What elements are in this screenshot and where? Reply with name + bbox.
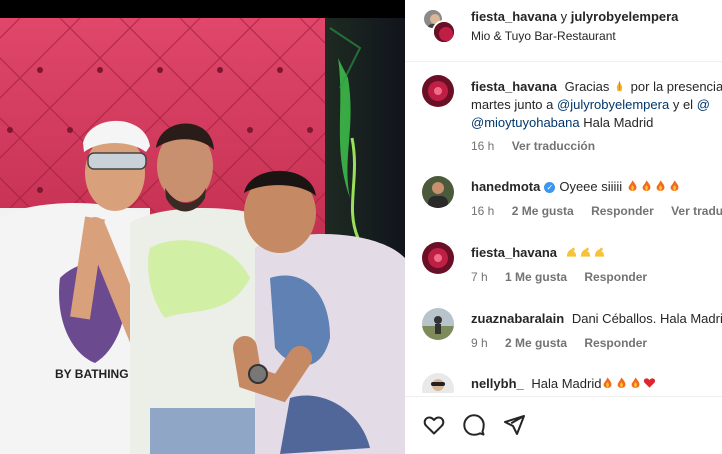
comment-text: hanedmota ✓ Oyeee siiiii <box>471 178 722 196</box>
avatar[interactable] <box>432 20 456 44</box>
comment-text: nellybh_ Hala Madrid <box>471 375 722 393</box>
comment-text-part: por la presencia <box>630 79 722 94</box>
likes-count[interactable]: 1 Me gusta <box>505 270 567 284</box>
comment-text-line3: @mioytuyohabana Hala Madrid <box>471 114 722 132</box>
header-avatars[interactable] <box>422 8 456 44</box>
comment-text: fiesta_havana Gracias por la presencia <box>471 78 722 96</box>
fire-emoji <box>628 180 637 191</box>
verified-badge-icon: ✓ <box>544 182 556 193</box>
top-black-bar <box>0 0 405 18</box>
post-actions-bar <box>405 396 722 454</box>
fire-emoji <box>618 377 626 388</box>
comment-meta: 16 h Ver traducción <box>471 139 609 153</box>
fire-emoji <box>656 180 665 191</box>
red-heart-emoji <box>644 378 656 388</box>
comment-text-part: Oyeee siiiii <box>559 179 623 194</box>
translate-button[interactable]: Ver traducción <box>512 139 595 153</box>
header-usernames: fiesta_havana y julyrobyelempera <box>471 9 678 24</box>
comment-username[interactable]: fiesta_havana <box>471 79 557 94</box>
header-connector: y <box>560 9 568 24</box>
avatar[interactable] <box>422 242 454 274</box>
flexed-biceps-emoji <box>594 247 604 257</box>
post-side-panel: fiesta_havana y julyrobyelempera Mio & T… <box>405 0 722 454</box>
comment-text: zuaznabaralain Dani Céballos. Hala Madri… <box>471 310 722 328</box>
comment-meta: 7 h 1 Me gusta Responder <box>471 270 661 284</box>
mention-link[interactable]: @ <box>697 97 710 112</box>
comment-text-part: Gracias <box>564 79 610 94</box>
comment-meta: 9 h 2 Me gusta Responder <box>471 336 661 350</box>
comment-text-part: Dani Céballos. Hala Madrid <box>571 311 722 326</box>
post-photo-image: BY BATHING APE <box>0 18 405 454</box>
reply-button[interactable]: Responder <box>591 204 654 218</box>
comment-text: fiesta_havana <box>471 244 722 262</box>
comment-time[interactable]: 7 h <box>471 270 488 284</box>
likes-count[interactable]: 2 Me gusta <box>512 204 574 218</box>
fire-emoji <box>632 377 640 388</box>
comment-text-part: y el <box>672 97 694 112</box>
flexed-biceps-emoji <box>580 247 590 257</box>
comment-username[interactable]: zuaznabaralain <box>471 311 564 326</box>
comment-text-part: martes junto a <box>471 97 554 112</box>
reply-button[interactable]: Responder <box>584 270 647 284</box>
comments-list[interactable]: fiesta_havana Gracias por la presencia m… <box>405 63 722 393</box>
flexed-biceps-emoji <box>566 247 576 257</box>
comment-username[interactable]: hanedmota <box>471 179 540 194</box>
comment-icon[interactable] <box>462 413 486 437</box>
fire-emoji <box>670 180 679 191</box>
heart-icon[interactable] <box>422 413 446 437</box>
comment-meta: 16 h 2 Me gusta Responder Ver traducción <box>471 204 722 218</box>
avatar[interactable] <box>422 75 454 107</box>
comment-text-line2: martes junto a @julyrobyelempera y el @ <box>471 96 722 114</box>
reply-button[interactable]: Responder <box>584 336 647 350</box>
mention-link[interactable]: @mioytuyohabana <box>471 115 580 130</box>
header-user2[interactable]: julyrobyelempera <box>571 9 679 24</box>
post-photo[interactable]: BY BATHING APE <box>0 18 405 454</box>
comment-time[interactable]: 9 h <box>471 336 488 350</box>
folded-hands-emoji <box>616 81 623 92</box>
comment-text-part: Hala Madrid <box>583 115 654 130</box>
comment-text-part: Hala Madrid <box>531 376 602 391</box>
comment-username[interactable]: fiesta_havana <box>471 245 557 260</box>
post-header: fiesta_havana y julyrobyelempera Mio & T… <box>405 0 722 62</box>
send-icon[interactable] <box>502 413 526 437</box>
comment-time[interactable]: 16 h <box>471 139 494 153</box>
fire-emoji <box>604 377 612 388</box>
avatar[interactable] <box>422 308 454 340</box>
header-location[interactable]: Mio & Tuyo Bar-Restaurant <box>471 29 616 43</box>
mention-link[interactable]: @julyrobyelempera <box>557 97 669 112</box>
comment-time[interactable]: 16 h <box>471 204 494 218</box>
avatar[interactable] <box>422 373 454 393</box>
likes-count[interactable]: 2 Me gusta <box>505 336 567 350</box>
avatar[interactable] <box>422 176 454 208</box>
header-user1[interactable]: fiesta_havana <box>471 9 557 24</box>
fire-emoji <box>642 180 651 191</box>
comment-username[interactable]: nellybh_ <box>471 376 524 391</box>
translate-button[interactable]: Ver traducción <box>671 204 722 218</box>
